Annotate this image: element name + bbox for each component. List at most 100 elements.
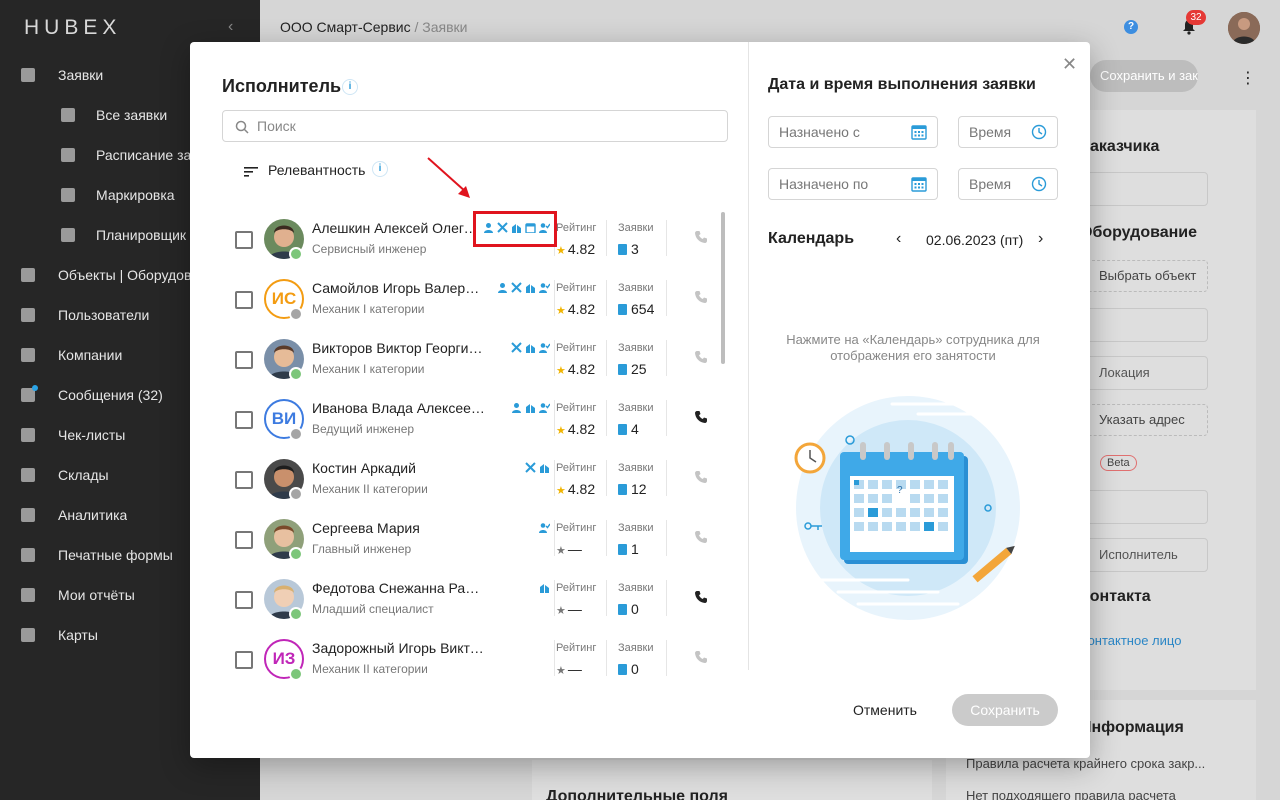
chevron-right-icon[interactable]: › [1038, 230, 1043, 248]
row-checkbox[interactable] [235, 411, 253, 429]
executor-name[interactable]: Костин Аркадий [312, 460, 416, 476]
sidebar-item-label: Печатные формы [58, 547, 173, 563]
timer-icon [60, 227, 76, 243]
contact-link[interactable]: Контактное лицо [1080, 633, 1181, 648]
warehouse-icon [20, 467, 36, 483]
phone-icon[interactable] [694, 590, 708, 604]
executor-role: Механик II категории [312, 482, 428, 496]
divider [666, 640, 667, 676]
breadcrumb-company[interactable]: ООО Смарт-Сервис [280, 19, 411, 35]
print-form-icon [20, 547, 36, 563]
save-button[interactable]: Сохранить [952, 694, 1058, 726]
phone-icon[interactable] [694, 530, 708, 544]
info-icon[interactable]: i [342, 79, 358, 95]
executor-name[interactable]: Сергеева Мария [312, 520, 420, 536]
executor-row[interactable]: Сергеева Мария Главный инженер Рейтинг ★ — За… [222, 510, 722, 570]
list-scrollbar[interactable] [721, 212, 725, 364]
rating-label: Рейтинг [556, 282, 597, 294]
sort-relevance[interactable]: Релевантность [268, 162, 365, 178]
executor-name[interactable]: Федотова Снежанна Рафаиловна [312, 580, 490, 596]
phone-icon[interactable] [694, 230, 708, 244]
row-checkbox[interactable] [235, 471, 253, 489]
executor-name[interactable]: Иванова Влада Алексеевна [312, 400, 490, 416]
online-status-icon [289, 547, 303, 561]
save-and-close-button[interactable]: Сохранить и закрыть [1090, 60, 1198, 92]
online-status-icon [289, 367, 303, 381]
phone-icon[interactable] [694, 410, 708, 424]
row-checkbox[interactable] [235, 291, 253, 309]
divider [606, 580, 607, 616]
executor-row[interactable]: ВИ Иванова Влада Алексеевна Ведущий инжене… [222, 390, 722, 450]
executor-row[interactable]: Костин Аркадий Механик II категории Рейтин… [222, 450, 722, 510]
time1-field[interactable]: Время [958, 116, 1058, 148]
executor-row[interactable]: Викторов Виктор Георгиевич Механик I кате… [222, 330, 722, 390]
rating-value: ★ 4.82 [556, 421, 595, 437]
executor-name[interactable]: Самойлов Игорь Валерьевич [312, 280, 484, 296]
rating-value: ★ — [556, 661, 582, 677]
calendar-icon [911, 177, 927, 192]
building-icon [526, 284, 535, 293]
avatar-initials: ВИ [271, 409, 297, 428]
time-placeholder: Время [969, 124, 1012, 140]
executor-modal: ✕ Исполнитель i Релевантность i Алешкин … [190, 42, 1090, 758]
executor-row[interactable]: Алешкин Алексей Олегович Сервисный инжене… [222, 210, 722, 270]
executor-row[interactable]: Федотова Снежанна Рафаиловна Младший спец… [222, 570, 722, 630]
info-icon[interactable]: i [372, 161, 388, 177]
executor-field[interactable]: Исполнитель [1078, 538, 1208, 572]
avatar-initials: ИЗ [272, 649, 296, 668]
close-icon[interactable]: ✕ [1062, 54, 1077, 75]
bg-field[interactable] [1078, 172, 1208, 206]
assigned-from-field[interactable]: Назначено с [768, 116, 938, 148]
phone-icon[interactable] [694, 350, 708, 364]
calendar-icon [60, 147, 76, 163]
skill-badges [511, 342, 550, 353]
executor-name[interactable]: Викторов Виктор Георгиевич [312, 340, 490, 356]
phone-icon[interactable] [694, 650, 708, 664]
chevron-left-icon[interactable]: ‹ [896, 230, 901, 248]
location-field[interactable]: Локация [1078, 356, 1208, 390]
sidebar-item-label: Сообщения (32) [58, 387, 163, 403]
assigned-from-placeholder: Назначено с [779, 124, 860, 140]
row-checkbox[interactable] [235, 351, 253, 369]
divider [554, 400, 555, 436]
sidebar-item-label: Склады [58, 467, 109, 483]
logo[interactable]: HUBEX [24, 16, 121, 40]
rules-text: Правила расчета крайнего срока закр... [966, 756, 1206, 771]
choose-address-button[interactable]: Указать адрес [1078, 404, 1208, 436]
help-icon[interactable]: ? [1124, 20, 1138, 34]
executor-row[interactable]: ИС Самойлов Игорь Валерьевич Механик I кат… [222, 270, 722, 330]
more-menu-icon[interactable]: ⋮ [1240, 68, 1256, 88]
no-rule-text: Нет подходящего правила расчета [966, 788, 1176, 800]
clipboard-icon [618, 304, 627, 315]
clipboard-icon [618, 664, 627, 675]
bg-field[interactable] [1078, 308, 1208, 342]
phone-icon[interactable] [694, 290, 708, 304]
choose-object-button[interactable]: Выбрать объект [1078, 260, 1208, 292]
assigned-to-field[interactable]: Назначено по [768, 168, 938, 200]
executor-name[interactable]: Задорожный Игорь Викторович [312, 640, 490, 656]
row-checkbox[interactable] [235, 651, 253, 669]
search-input[interactable] [257, 111, 717, 141]
orders-value: 25 [618, 361, 647, 377]
row-checkbox[interactable] [235, 591, 253, 609]
bg-field[interactable] [1078, 490, 1208, 524]
clipboard-icon [618, 604, 627, 615]
time2-field[interactable]: Время [958, 168, 1058, 200]
sidebar-item-label: Заявки [58, 67, 104, 83]
sort-icon[interactable] [244, 166, 258, 178]
executor-role: Младший специалист [312, 602, 434, 616]
clipboard-icon [20, 67, 36, 83]
row-checkbox[interactable] [235, 531, 253, 549]
search-box[interactable] [222, 110, 728, 142]
checklist-icon [20, 427, 36, 443]
executor-name[interactable]: Алешкин Алексей Олегович [312, 220, 484, 236]
row-checkbox[interactable] [235, 231, 253, 249]
cancel-button[interactable]: Отменить [842, 694, 928, 726]
collapse-sidebar-icon[interactable]: ‹ [228, 18, 233, 36]
divider [666, 400, 667, 436]
executor-row[interactable]: ИЗ Задорожный Игорь Викторович Механик II … [222, 630, 722, 690]
divider [554, 460, 555, 496]
phone-icon[interactable] [694, 470, 708, 484]
user-avatar[interactable] [1228, 12, 1260, 44]
skill-badges [511, 402, 550, 413]
